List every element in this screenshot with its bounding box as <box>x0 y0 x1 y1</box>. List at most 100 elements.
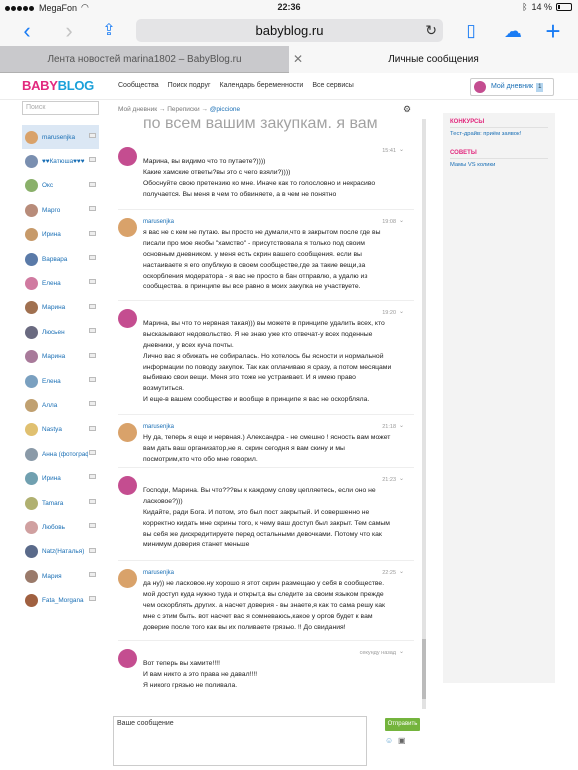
message-author[interactable]: marusenjka <box>143 423 174 433</box>
contact-item[interactable]: Ирина <box>22 466 99 490</box>
reload-icon[interactable]: ↻ <box>425 19 437 42</box>
scrollbar-thumb[interactable] <box>422 639 426 699</box>
new-tab-icon[interactable]: + <box>542 18 564 44</box>
envelope-icon[interactable] <box>89 181 96 187</box>
site-logo[interactable]: BABYBLOG <box>22 78 94 93</box>
envelope-icon[interactable] <box>89 376 96 382</box>
message-time: 19:08 <box>382 219 396 225</box>
breadcrumb-conversations[interactable]: Переписки <box>167 106 199 113</box>
close-tab-icon[interactable]: ✕ <box>293 46 303 73</box>
contact-avatar <box>25 203 38 217</box>
envelope-icon[interactable] <box>89 474 96 480</box>
envelope-icon[interactable] <box>89 596 96 602</box>
envelope-icon[interactable] <box>89 352 96 358</box>
envelope-icon[interactable] <box>89 450 96 456</box>
contact-avatar <box>25 447 38 461</box>
contact-avatar <box>25 374 38 388</box>
chevron-down-icon[interactable]: ⌄ <box>399 475 404 485</box>
envelope-icon[interactable] <box>89 230 96 236</box>
nav-find-friends[interactable]: Поиск подруг <box>168 82 211 89</box>
chevron-down-icon[interactable]: ⌄ <box>399 217 404 227</box>
bookmarks-icon[interactable]: ▯ <box>460 20 482 42</box>
chevron-down-icon[interactable]: ⌄ <box>399 568 404 578</box>
contact-item[interactable]: Tamara <box>22 491 99 515</box>
tab-private-messages[interactable]: ✕ Личные сообщения <box>289 46 578 73</box>
smiley-icon[interactable]: ☺ <box>385 736 393 745</box>
thread-scrollbar[interactable] <box>422 119 426 709</box>
breadcrumb-my-diary[interactable]: Мой дневник <box>118 106 157 113</box>
contact-item[interactable]: Алла <box>22 393 99 417</box>
contests-link[interactable]: Тест-драйв: приём заявок! <box>450 131 521 137</box>
contact-item[interactable]: Fata_Morgana <box>22 588 99 612</box>
envelope-icon[interactable] <box>89 523 96 529</box>
message-author[interactable]: marusenjka <box>143 569 174 579</box>
nav-communities[interactable]: Сообщества <box>118 82 159 89</box>
envelope-icon[interactable] <box>89 498 96 504</box>
envelope-icon[interactable] <box>89 572 96 578</box>
chevron-down-icon[interactable]: ⌄ <box>399 422 404 432</box>
message-time: 15:41 <box>382 148 396 154</box>
forward-icon[interactable]: › <box>58 20 80 42</box>
back-icon[interactable]: ‹ <box>16 20 38 42</box>
cloud-tabs-icon[interactable]: ☁ <box>502 20 524 42</box>
contact-item[interactable]: Марго <box>22 198 99 222</box>
envelope-icon[interactable] <box>89 401 96 407</box>
image-attach-icon[interactable]: ▣ <box>398 736 406 745</box>
contact-item[interactable]: Окс <box>22 174 99 198</box>
contact-item[interactable]: Natz(Наталья) <box>22 540 99 564</box>
message-avatar[interactable] <box>118 569 137 588</box>
contact-item[interactable]: Анна (фотограф) <box>22 442 99 466</box>
contact-item[interactable]: Любовь <box>22 515 99 539</box>
message-avatar[interactable] <box>118 649 137 668</box>
contact-item[interactable]: Марина <box>22 296 99 320</box>
chevron-down-icon[interactable]: ⌄ <box>399 308 404 318</box>
chevron-down-icon[interactable]: ⌄ <box>399 648 404 658</box>
envelope-icon[interactable] <box>89 254 96 260</box>
envelope-icon[interactable] <box>89 303 96 309</box>
nav-all-services[interactable]: Все сервисы <box>312 82 353 89</box>
browser-toolbar: ‹ › ⇪ babyblog.ru ↻ ▯ ☁ + <box>0 16 578 46</box>
tab-bar: Лента новостей marina1802 – BabyBlog.ru … <box>0 46 578 73</box>
contact-item[interactable]: Елена <box>22 271 99 295</box>
envelope-icon[interactable] <box>89 328 96 334</box>
envelope-icon[interactable] <box>89 157 96 163</box>
my-diary-button[interactable]: Мой дневник 1 <box>470 78 554 96</box>
gear-icon[interactable]: ⚙ <box>403 104 411 115</box>
message-divider <box>118 467 414 468</box>
contact-search-input[interactable]: Поиск <box>22 101 99 115</box>
contact-avatar <box>25 179 38 193</box>
tab-news-feed[interactable]: Лента новостей marina1802 – BabyBlog.ru <box>0 46 289 73</box>
nav-pregnancy-calendar[interactable]: Календарь беременности <box>220 82 304 89</box>
envelope-icon[interactable] <box>89 425 96 431</box>
url-text: babyblog.ru <box>255 23 324 38</box>
contact-avatar <box>25 496 38 510</box>
contact-name: Марго <box>42 206 61 214</box>
message-avatar[interactable] <box>118 218 137 237</box>
chevron-down-icon[interactable]: ⌄ <box>399 146 404 156</box>
contact-item[interactable]: Nastya <box>22 418 99 442</box>
message-avatar[interactable] <box>118 476 137 495</box>
envelope-icon[interactable] <box>89 133 96 138</box>
message-input[interactable]: Ваше сообщение <box>113 716 367 766</box>
contact-item[interactable]: Ирина <box>22 223 99 247</box>
message-avatar[interactable] <box>118 423 137 442</box>
contact-item[interactable]: Елена <box>22 369 99 393</box>
address-bar[interactable]: babyblog.ru ↻ <box>136 19 443 42</box>
send-button[interactable]: Отправить <box>385 718 420 731</box>
contact-item[interactable]: Мария <box>22 564 99 588</box>
message-avatar[interactable] <box>118 309 137 328</box>
tips-link[interactable]: Мамы VS колики <box>450 162 495 168</box>
contact-avatar <box>25 277 38 291</box>
contact-item[interactable]: marusenjka <box>22 125 99 150</box>
message-author[interactable]: marusenjka <box>143 218 174 228</box>
share-icon[interactable]: ⇪ <box>98 20 120 42</box>
message-avatar[interactable] <box>118 147 137 166</box>
contact-item[interactable]: ♥♥Катюша♥♥♥ <box>22 149 99 173</box>
breadcrumb-user[interactable]: @piccione <box>210 106 240 113</box>
contact-item[interactable]: Люсьен <box>22 320 99 344</box>
envelope-icon[interactable] <box>89 206 96 212</box>
envelope-icon[interactable] <box>89 279 96 285</box>
contact-item[interactable]: Варвара <box>22 247 99 271</box>
envelope-icon[interactable] <box>89 547 96 553</box>
contact-item[interactable]: Марина <box>22 345 99 369</box>
